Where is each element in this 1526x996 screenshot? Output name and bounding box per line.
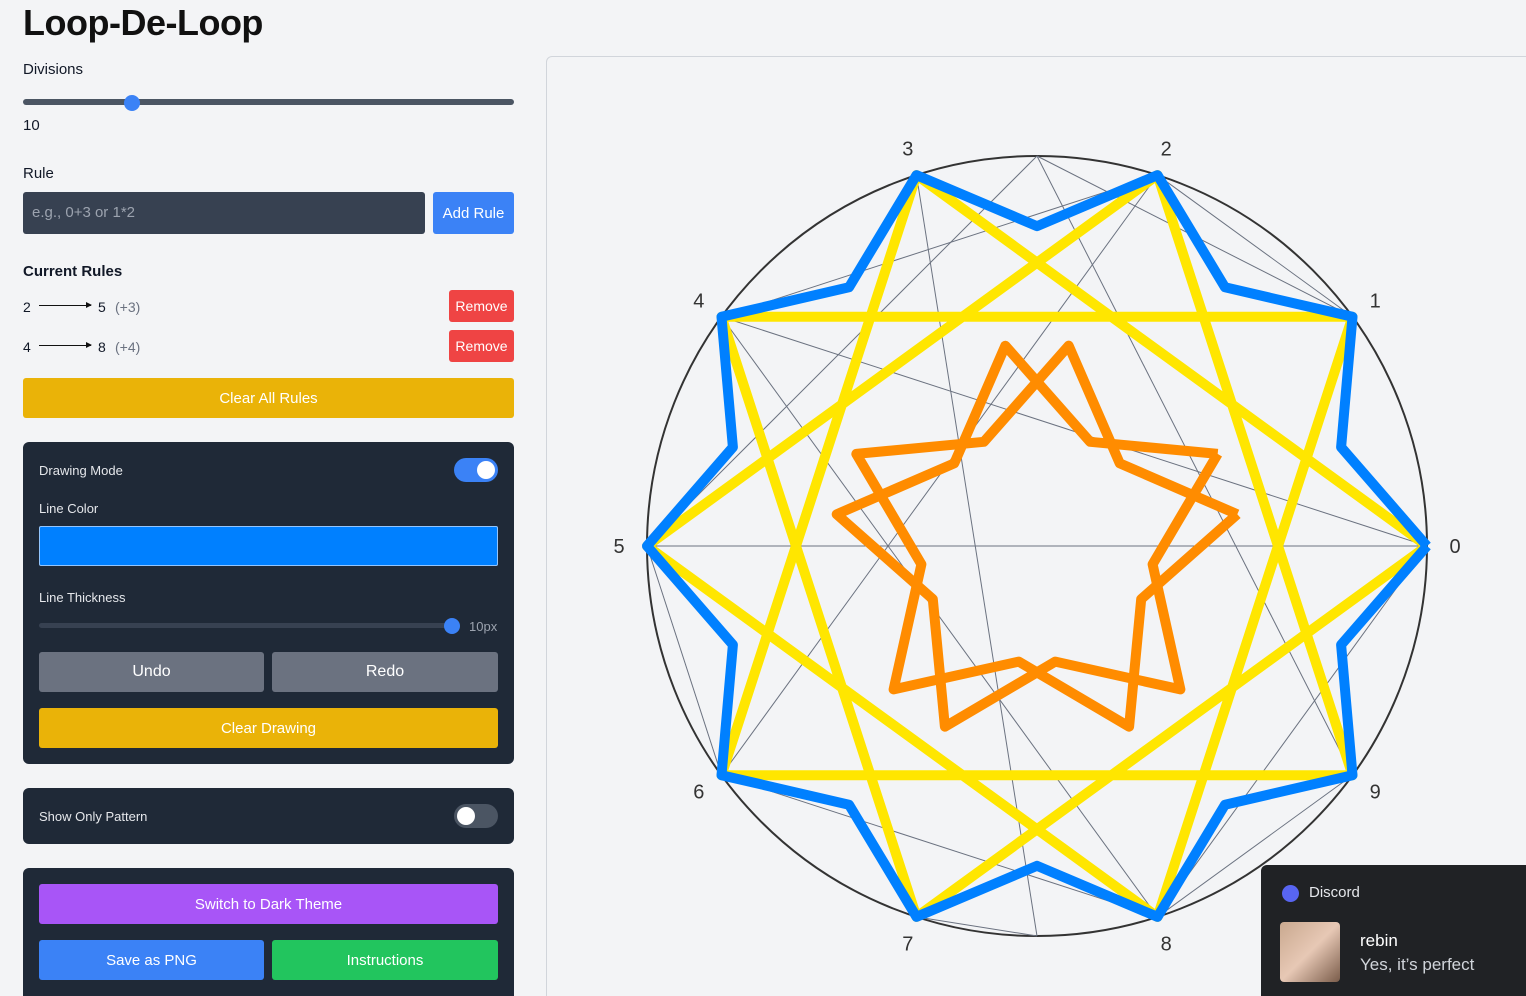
notification-message: Yes, it’s perfect — [1360, 955, 1475, 974]
loop-pattern[interactable]: 0 1 2 3 4 5 6 7 8 9 — [547, 57, 1526, 996]
divisions-label: Divisions — [23, 61, 84, 78]
current-rules-heading: Current Rules — [23, 263, 123, 280]
notification-user: rebin — [1360, 931, 1398, 950]
point-label: 5 — [613, 536, 624, 558]
point-label: 2 — [1161, 138, 1172, 160]
point-label: 0 — [1449, 536, 1460, 558]
rule-from: 4 — [23, 339, 31, 355]
show-only-pattern-label: Show Only Pattern — [39, 809, 148, 824]
line-thickness-thumb[interactable] — [444, 618, 460, 634]
toggle-knob — [457, 807, 475, 825]
rule-from: 2 — [23, 299, 31, 315]
drawing-panel: Drawing Mode Line Color Line Thickness 1… — [23, 442, 514, 764]
rule-input[interactable]: e.g., 0+3 or 1*2 — [23, 192, 425, 234]
arrow-right-icon — [39, 342, 92, 348]
clear-all-rules-button[interactable]: Clear All Rules — [23, 378, 514, 418]
line-color-picker[interactable] — [39, 526, 498, 566]
pattern-panel: Show Only Pattern — [23, 788, 514, 844]
show-only-pattern-toggle[interactable] — [454, 804, 498, 828]
divisions-value: 10 — [23, 117, 40, 134]
toggle-knob — [477, 461, 495, 479]
drawing-canvas[interactable]: 0 1 2 3 4 5 6 7 8 9 — [546, 56, 1526, 996]
discord-notification[interactable]: Discord rebin Yes, it’s perfect — [1261, 865, 1526, 996]
point-label: 7 — [902, 934, 913, 956]
rule-label: Rule — [23, 165, 54, 182]
point-label: 3 — [902, 138, 913, 160]
rule-delta: (+3) — [115, 299, 141, 315]
rule-delta: (+4) — [115, 339, 141, 355]
chord-line — [916, 916, 1038, 937]
avatar — [1280, 922, 1340, 982]
undo-button[interactable]: Undo — [39, 652, 264, 692]
remove-rule-button[interactable]: Remove — [449, 290, 514, 322]
clear-drawing-button[interactable]: Clear Drawing — [39, 708, 498, 748]
save-png-button[interactable]: Save as PNG — [39, 940, 264, 980]
line-thickness-label: Line Thickness — [39, 590, 126, 605]
arrow-right-icon — [39, 302, 92, 308]
remove-rule-button[interactable]: Remove — [449, 330, 514, 362]
notification-app: Discord — [1309, 884, 1360, 901]
discord-icon — [1282, 885, 1299, 902]
drawing-mode-label: Drawing Mode — [39, 463, 123, 478]
rule-item: 2 5 (+3) Remove — [23, 290, 514, 322]
chord-line — [646, 545, 722, 776]
point-label: 4 — [693, 290, 704, 312]
app-title: Loop-De-Loop — [23, 2, 263, 43]
point-label: 8 — [1161, 934, 1172, 956]
line-color-label: Line Color — [39, 501, 99, 516]
point-label: 9 — [1370, 782, 1381, 804]
rule-to: 5 — [98, 299, 106, 315]
drawing-mode-toggle[interactable] — [454, 458, 498, 482]
rule-to: 8 — [98, 339, 106, 355]
redo-button[interactable]: Redo — [272, 652, 498, 692]
line-thickness-value: 10px — [469, 619, 498, 634]
add-rule-button[interactable]: Add Rule — [433, 192, 514, 234]
instructions-button[interactable]: Instructions — [272, 940, 498, 980]
divisions-slider[interactable] — [23, 99, 514, 105]
actions-panel: Switch to Dark Theme Save as PNG Instruc… — [23, 868, 514, 996]
rule-item: 4 8 (+4) Remove — [23, 330, 514, 362]
divisions-slider-thumb[interactable] — [124, 95, 140, 111]
line-thickness-slider[interactable] — [39, 623, 452, 628]
switch-theme-button[interactable]: Switch to Dark Theme — [39, 884, 498, 924]
point-label: 1 — [1370, 290, 1381, 312]
point-label: 6 — [693, 782, 704, 804]
